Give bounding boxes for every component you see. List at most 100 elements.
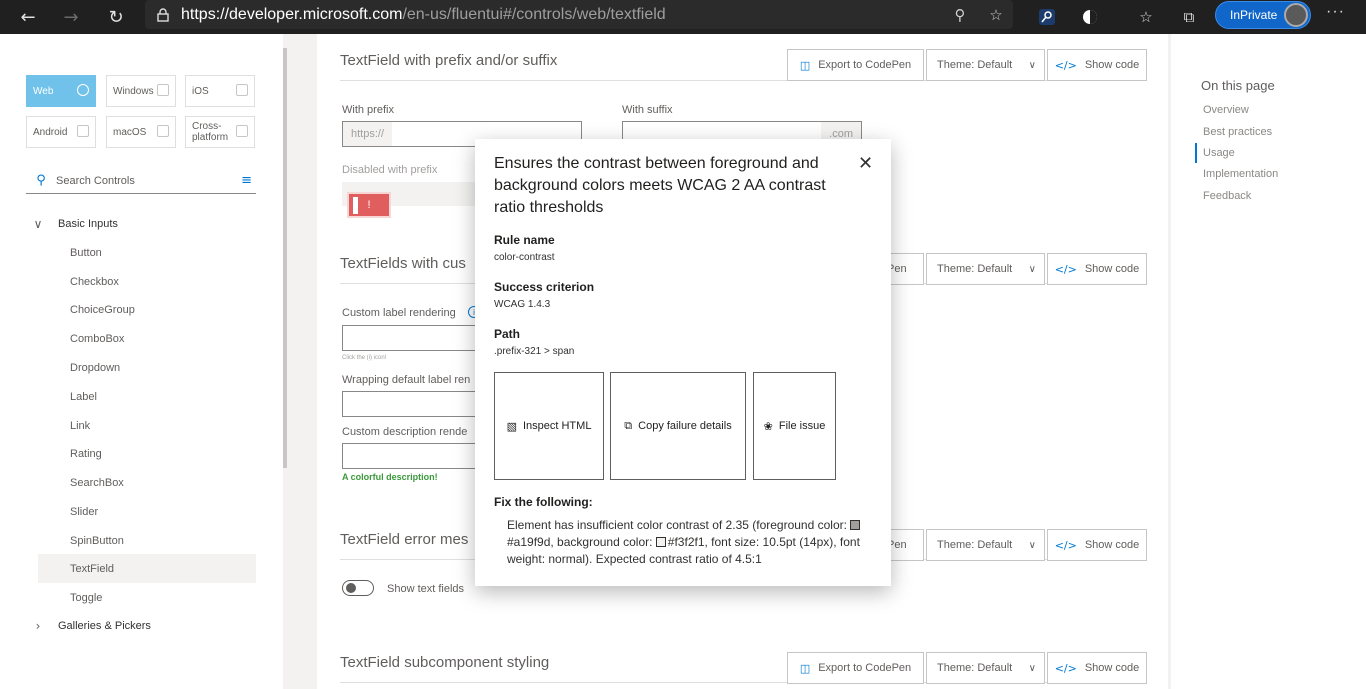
platform-label: Android xyxy=(33,126,68,138)
export-codepen-button[interactable]: ◫ Export to CodePen xyxy=(787,652,924,684)
ios-icon xyxy=(236,84,248,96)
nav-group-galleries[interactable]: › Galleries & Pickers xyxy=(26,616,266,636)
custom-label-field[interactable] xyxy=(342,325,482,351)
platform-windows-button[interactable]: Windows xyxy=(106,75,176,107)
collections-icon[interactable]: ⧉ xyxy=(1176,4,1202,30)
success-criterion-value: WCAG 1.4.3 xyxy=(494,299,551,310)
theme-dropdown[interactable]: Theme: Default ∨ xyxy=(926,49,1045,81)
section-title: TextField subcomponent styling xyxy=(340,654,550,671)
chevron-down-icon: ∨ xyxy=(1028,662,1036,674)
theme-dropdown[interactable]: Theme: Default ∨ xyxy=(926,529,1045,561)
section-title: TextField error mes xyxy=(340,531,469,548)
url-text: https://developer.microsoft.com/en-us/fl… xyxy=(181,5,666,23)
code-icon: </> xyxy=(1054,262,1077,276)
search-placeholder: Search Controls xyxy=(56,174,135,187)
wrapping-label: Wrapping default label ren xyxy=(342,374,471,386)
show-code-button[interactable]: </> Show code xyxy=(1047,529,1147,561)
chevron-down-icon: ∨ xyxy=(1028,263,1036,275)
filter-icon[interactable]: ≡ xyxy=(241,173,252,188)
inprivate-label: InPrivate xyxy=(1230,8,1278,22)
nav-item-checkbox[interactable]: Checkbox xyxy=(38,267,256,296)
copy-failure-details-button[interactable]: ⧉ Copy failure details xyxy=(610,372,746,480)
file-issue-button[interactable]: ❀ File issue xyxy=(753,372,836,480)
more-icon[interactable]: ··· xyxy=(1326,3,1345,21)
code-icon: </> xyxy=(1054,661,1077,675)
nav-item-label[interactable]: Label xyxy=(38,382,256,411)
extension-contrast-icon[interactable] xyxy=(1077,4,1103,30)
failure-details-dialog: Ensures the contrast between foreground … xyxy=(475,139,891,586)
wrapping-field[interactable] xyxy=(342,391,482,417)
forward-icon[interactable]: → xyxy=(51,0,91,34)
favorites-icon[interactable]: ☆ xyxy=(1133,4,1159,30)
browser-toolbar: ← → ↻ https://developer.microsoft.com/en… xyxy=(0,0,1366,34)
platform-label: Web xyxy=(33,85,54,97)
fix-description: Element has insufficient color contrast … xyxy=(507,518,861,566)
nav-group-basic-inputs[interactable]: ∨ Basic Inputs xyxy=(26,214,266,234)
nav-item-dropdown[interactable]: Dropdown xyxy=(38,353,256,382)
show-code-button[interactable]: </> Show code xyxy=(1047,652,1147,684)
inspect-html-button[interactable]: ▧ Inspect HTML xyxy=(494,372,604,480)
zoom-icon[interactable]: ⚲ xyxy=(949,4,971,26)
nav-item-searchbox[interactable]: SearchBox xyxy=(38,468,256,497)
platform-android-button[interactable]: Android xyxy=(26,116,96,148)
theme-dropdown[interactable]: Theme: Default ∨ xyxy=(926,253,1045,285)
click-hint: Click the (i) icon! xyxy=(342,355,387,361)
section-title: TextField with prefix and/or suffix xyxy=(340,52,558,69)
nav-item-toggle[interactable]: Toggle xyxy=(38,583,256,612)
otp-link-best-practices[interactable]: Best practices xyxy=(1203,126,1272,138)
chevron-down-icon: ∨ xyxy=(1028,539,1036,551)
favorite-star-icon[interactable]: ☆ xyxy=(985,4,1007,26)
otp-link-usage[interactable]: Usage xyxy=(1203,147,1235,159)
macos-icon xyxy=(157,125,169,137)
export-codepen-button[interactable]: ◫ Export to CodePen xyxy=(787,49,924,81)
search-icon: ⚲ xyxy=(36,173,46,188)
platform-label: Windows xyxy=(113,85,154,97)
left-scrollbar[interactable] xyxy=(283,48,287,468)
fix-label: Fix the following: xyxy=(494,495,593,509)
platform-macos-button[interactable]: macOS xyxy=(106,116,176,148)
custom-description-field[interactable] xyxy=(342,443,482,469)
nav-item-link[interactable]: Link xyxy=(38,411,256,440)
nav-item-rating[interactable]: Rating xyxy=(38,439,256,468)
bug-icon: ❀ xyxy=(763,419,773,433)
address-bar[interactable]: https://developer.microsoft.com/en-us/fl… xyxy=(145,0,1013,29)
android-icon xyxy=(77,125,89,137)
nav-item-slider[interactable]: Slider xyxy=(38,497,256,526)
refresh-icon[interactable]: ↻ xyxy=(96,0,136,34)
nav-item-choicegroup[interactable]: ChoiceGroup xyxy=(38,295,256,324)
chevron-down-icon: ∨ xyxy=(1028,59,1036,71)
colorful-description: A colorful description! xyxy=(342,472,438,482)
show-code-button[interactable]: </> Show code xyxy=(1047,49,1147,81)
code-icon: </> xyxy=(1054,58,1077,72)
success-criterion-label: Success criterion xyxy=(494,280,595,294)
platform-label: iOS xyxy=(192,85,209,97)
nav-item-combobox[interactable]: ComboBox xyxy=(38,324,256,353)
show-text-fields-label: Show text fields xyxy=(387,583,465,595)
back-icon[interactable]: ← xyxy=(8,0,48,34)
nav-item-button[interactable]: Button xyxy=(38,238,256,267)
nav-group-label: Basic Inputs xyxy=(58,218,118,230)
platform-web-button[interactable]: Web xyxy=(26,75,96,107)
codepen-icon: ◫ xyxy=(799,661,811,675)
cross-platform-icon xyxy=(236,125,248,137)
platform-cross-button[interactable]: Cross-platform xyxy=(185,116,255,148)
otp-link-overview[interactable]: Overview xyxy=(1203,104,1249,116)
accessibility-failure-marker[interactable]: ! xyxy=(347,192,391,218)
with-prefix-label: With prefix xyxy=(342,104,394,116)
lock-icon xyxy=(145,7,181,22)
rule-name-label: Rule name xyxy=(494,233,555,247)
theme-dropdown[interactable]: Theme: Default ∨ xyxy=(926,652,1045,684)
nav-item-spinbutton[interactable]: SpinButton xyxy=(38,526,256,555)
otp-link-feedback[interactable]: Feedback xyxy=(1203,190,1251,202)
close-icon[interactable]: ✕ xyxy=(858,153,873,174)
with-suffix-label: With suffix xyxy=(622,104,673,116)
show-text-fields-toggle[interactable] xyxy=(342,580,374,596)
extension-key-icon[interactable] xyxy=(1034,4,1060,30)
show-code-button[interactable]: </> Show code xyxy=(1047,253,1147,285)
nav-item-textfield[interactable]: TextField xyxy=(38,554,256,583)
platform-ios-button[interactable]: iOS xyxy=(185,75,255,107)
otp-link-implementation[interactable]: Implementation xyxy=(1203,168,1278,180)
inprivate-button[interactable]: InPrivate xyxy=(1215,1,1311,29)
search-controls-input[interactable]: ⚲ Search Controls ≡ xyxy=(26,168,256,194)
custom-label-rendering-label: Custom label rendering xyxy=(342,307,456,319)
